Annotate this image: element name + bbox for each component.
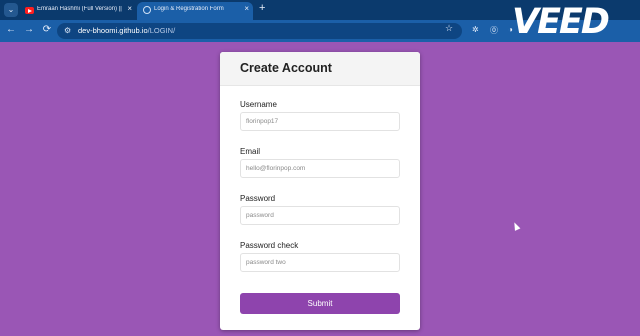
username-input[interactable] <box>240 112 400 131</box>
password-check-input[interactable] <box>240 253 400 272</box>
password-label: Password <box>240 194 276 203</box>
mouse-cursor-icon <box>511 221 521 231</box>
username-label: Username <box>240 100 277 109</box>
tab-search-button[interactable]: ⌄ <box>4 3 18 17</box>
veed-watermark-logo: VEED <box>512 2 610 42</box>
new-tab-button[interactable]: + <box>259 2 265 14</box>
page-title: Create Account <box>240 61 332 75</box>
bookmark-star-icon[interactable]: ☆ <box>445 23 453 34</box>
email-label: Email <box>240 147 261 156</box>
email-input[interactable] <box>240 159 400 178</box>
extension-icon[interactable]: ⓪ <box>490 25 498 36</box>
submit-button[interactable]: Submit <box>240 293 400 314</box>
password-input[interactable] <box>240 206 400 225</box>
create-account-card: Create Account Username Email Password P… <box>220 52 420 330</box>
back-arrow-icon[interactable]: ← <box>5 24 17 35</box>
extension-icon[interactable]: ✲ <box>472 25 479 34</box>
tab-login-form[interactable]: Login & Registration Form × <box>137 2 253 20</box>
forward-arrow-icon[interactable]: → <box>23 24 35 35</box>
tab-title: Login & Registration Form <box>154 6 224 12</box>
card-header: Create Account <box>220 52 420 86</box>
site-info-icon[interactable]: ⚙ <box>64 26 71 35</box>
close-tab-icon[interactable]: × <box>244 4 249 13</box>
url-text: dev-bhoomi.github.io/LOGIN/ <box>78 26 175 35</box>
globe-icon <box>143 6 151 14</box>
url-host: dev-bhoomi.github.io <box>78 26 148 35</box>
youtube-icon <box>25 7 34 14</box>
close-tab-icon[interactable]: × <box>127 4 132 13</box>
address-bar[interactable]: ⚙ dev-bhoomi.github.io/LOGIN/ <box>57 23 462 39</box>
password-check-label: Password check <box>240 241 299 250</box>
tab-youtube[interactable]: Emraan Hashmi (Full Version) || × <box>20 2 136 20</box>
tab-title: Emraan Hashmi (Full Version) || <box>37 6 122 12</box>
url-path: /LOGIN/ <box>147 26 176 35</box>
reload-icon[interactable]: ⟳ <box>41 24 53 35</box>
